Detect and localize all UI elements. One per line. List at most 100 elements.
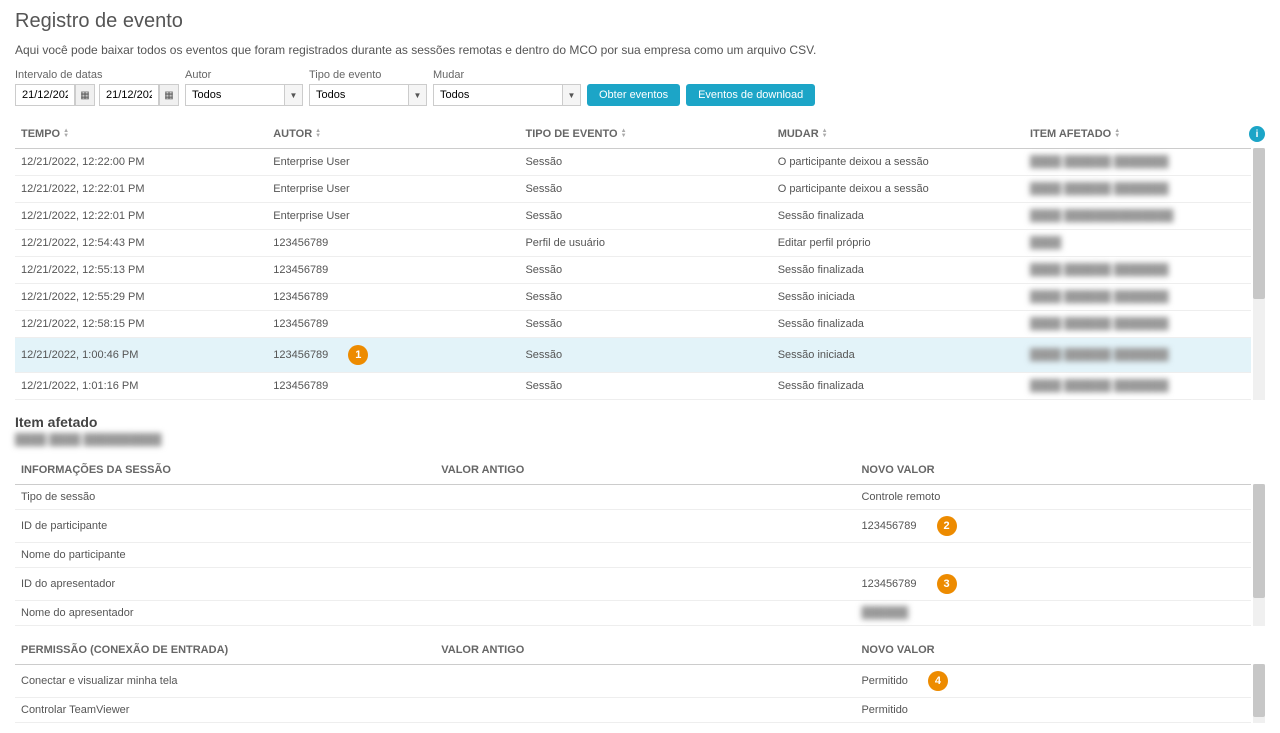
scrollbar[interactable] — [1253, 484, 1265, 626]
info-icon[interactable]: i — [1249, 126, 1265, 142]
old-value-header: VALOR ANTIGO — [435, 456, 855, 485]
cell-change: O participante deixou a sessão — [772, 149, 1024, 176]
cell-author: Enterprise User — [267, 176, 519, 203]
session-info-header: INFORMAÇÕES DA SESSÃO — [15, 456, 435, 485]
session-info-table: INFORMAÇÕES DA SESSÃO VALOR ANTIGO NOVO … — [15, 456, 1251, 626]
date-from-calendar-icon[interactable]: ▦ — [75, 84, 95, 106]
col-change[interactable]: MUDAR▲▼ — [772, 120, 1024, 149]
cell-label: Tipo de sessão — [15, 485, 435, 510]
col-event-type[interactable]: TIPO DE EVENTO▲▼ — [519, 120, 771, 149]
cell-type: Sessão — [519, 257, 771, 284]
author-caret-icon[interactable]: ▼ — [285, 84, 303, 106]
cell-label: Controlar TeamViewer — [15, 698, 435, 723]
date-to-calendar-icon[interactable]: ▦ — [159, 84, 179, 106]
cell-change: Sessão finalizada — [772, 373, 1024, 400]
cell-new: Permitido4 — [855, 665, 1251, 698]
cell-author: 1234567891 — [267, 338, 519, 373]
date-to-input[interactable] — [99, 84, 159, 106]
old-value-header: VALOR ANTIGO — [435, 636, 855, 665]
permission-header: PERMISSÃO (CONEXÃO DE ENTRADA) — [15, 636, 435, 665]
scrollbar-thumb[interactable] — [1253, 484, 1265, 598]
change-label: Mudar — [433, 69, 581, 81]
cell-new: 1234567893 — [855, 568, 1251, 601]
cell-old — [435, 601, 855, 626]
cell-type: Sessão — [519, 149, 771, 176]
cell-item: ████ ██████ ███████ — [1024, 284, 1251, 311]
table-row[interactable]: 12/21/2022, 12:22:00 PM Enterprise User … — [15, 149, 1251, 176]
cell-new: ██████ — [855, 601, 1251, 626]
cell-time: 12/21/2022, 12:55:29 PM — [15, 284, 267, 311]
cell-item: ████ ██████ ███████ — [1024, 338, 1251, 373]
cell-author: Enterprise User — [267, 149, 519, 176]
table-row[interactable]: 12/21/2022, 12:22:01 PM Enterprise User … — [15, 203, 1251, 230]
date-range-label: Intervalo de datas — [15, 69, 179, 81]
cell-item: ████ ██████████████ — [1024, 203, 1251, 230]
table-row[interactable]: 12/21/2022, 12:58:15 PM 123456789 Sessão… — [15, 311, 1251, 338]
cell-change: Sessão finalizada — [772, 257, 1024, 284]
cell-old — [435, 543, 855, 568]
download-events-button[interactable]: Eventos de download — [686, 84, 815, 106]
col-change-label: MUDAR — [778, 128, 819, 140]
cell-author: 123456789 — [267, 257, 519, 284]
event-type-caret-icon[interactable]: ▼ — [409, 84, 427, 106]
cell-type: Sessão — [519, 203, 771, 230]
scrollbar-thumb[interactable] — [1253, 148, 1265, 299]
event-type-label: Tipo de evento — [309, 69, 427, 81]
table-row: Controlar TeamViewer Permitido — [15, 698, 1251, 723]
table-row: Nome do participante — [15, 543, 1251, 568]
sort-icon: ▲▼ — [822, 129, 828, 139]
cell-label: ID de participante — [15, 510, 435, 543]
table-row: ID do apresentador 1234567893 — [15, 568, 1251, 601]
table-row[interactable]: 12/21/2022, 1:00:46 PM 1234567891 Sessão… — [15, 338, 1251, 373]
event-log-table-wrap: i TEMPO▲▼ AUTOR▲▼ TIPO DE EVENTO▲▼ MUDAR… — [15, 120, 1265, 400]
page-description: Aqui você pode baixar todos os eventos q… — [15, 43, 1265, 57]
cell-item: ████ ██████ ███████ — [1024, 373, 1251, 400]
cell-time: 12/21/2022, 12:58:15 PM — [15, 311, 267, 338]
cell-change: O participante deixou a sessão — [772, 176, 1024, 203]
cell-label: Conectar e visualizar minha tela — [15, 665, 435, 698]
author-label: Autor — [185, 69, 303, 81]
cell-change: Editar perfil próprio — [772, 230, 1024, 257]
cell-type: Sessão — [519, 373, 771, 400]
table-row[interactable]: 12/21/2022, 12:54:43 PM 123456789 Perfil… — [15, 230, 1251, 257]
cell-time: 12/21/2022, 12:22:00 PM — [15, 149, 267, 176]
session-info-wrap: INFORMAÇÕES DA SESSÃO VALOR ANTIGO NOVO … — [15, 456, 1265, 626]
change-caret-icon[interactable]: ▼ — [563, 84, 581, 106]
cell-type: Perfil de usuário — [519, 230, 771, 257]
cell-new: 1234567892 — [855, 510, 1251, 543]
col-type-label: TIPO DE EVENTO — [525, 128, 617, 140]
get-events-button[interactable]: Obter eventos — [587, 84, 680, 106]
event-type-select[interactable] — [309, 84, 409, 106]
page-title: Registro de evento — [15, 10, 1265, 33]
scrollbar-thumb[interactable] — [1253, 664, 1265, 717]
cell-old — [435, 665, 855, 698]
scrollbar[interactable] — [1253, 664, 1265, 723]
cell-author: 123456789 — [267, 284, 519, 311]
cell-change: Sessão iniciada — [772, 284, 1024, 311]
table-row[interactable]: 12/21/2022, 12:55:29 PM 123456789 Sessão… — [15, 284, 1251, 311]
new-value-header: NOVO VALOR — [855, 456, 1251, 485]
col-author[interactable]: AUTOR▲▼ — [267, 120, 519, 149]
cell-old — [435, 568, 855, 601]
col-time[interactable]: TEMPO▲▼ — [15, 120, 267, 149]
col-affected-item[interactable]: ITEM AFETADO▲▼ — [1024, 120, 1251, 149]
date-from-input[interactable] — [15, 84, 75, 106]
cell-item: ████ ██████ ███████ — [1024, 176, 1251, 203]
callout-badge: 3 — [937, 574, 957, 594]
scrollbar[interactable] — [1253, 148, 1265, 400]
col-time-label: TEMPO — [21, 128, 60, 140]
filter-bar: Intervalo de datas ▦ ▦ Autor ▼ Tipo de e… — [15, 69, 1265, 106]
author-select[interactable] — [185, 84, 285, 106]
sort-icon: ▲▼ — [63, 129, 69, 139]
table-row: Conectar e visualizar minha tela Permiti… — [15, 665, 1251, 698]
table-row[interactable]: 12/21/2022, 1:01:16 PM 123456789 Sessão … — [15, 373, 1251, 400]
change-select[interactable] — [433, 84, 563, 106]
callout-badge: 2 — [937, 516, 957, 536]
table-row[interactable]: 12/21/2022, 12:55:13 PM 123456789 Sessão… — [15, 257, 1251, 284]
new-value-header: NOVO VALOR — [855, 636, 1251, 665]
cell-time: 12/21/2022, 12:54:43 PM — [15, 230, 267, 257]
permission-table: PERMISSÃO (CONEXÃO DE ENTRADA) VALOR ANT… — [15, 636, 1251, 723]
cell-new: Permitido — [855, 698, 1251, 723]
table-row[interactable]: 12/21/2022, 12:22:01 PM Enterprise User … — [15, 176, 1251, 203]
cell-change: Sessão iniciada — [772, 338, 1024, 373]
